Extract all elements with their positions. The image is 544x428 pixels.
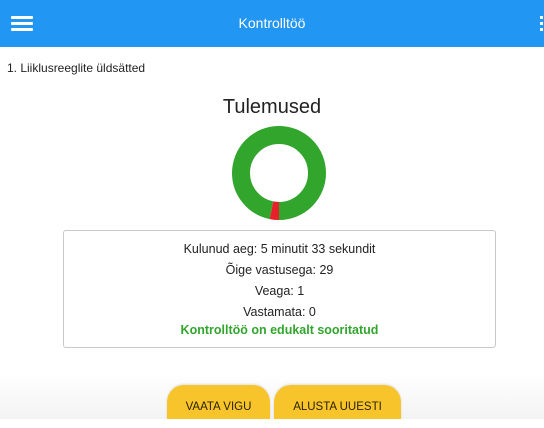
app-title: Kontrolltöö [238,15,306,31]
results-heading: Tulemused [222,96,322,118]
more-vertical-icon[interactable] [539,16,544,32]
donut-slice-0 [232,126,326,220]
top-app-bar: Kontrolltöö [0,0,544,47]
unanswered-count: Vastamata: 0 [243,305,316,319]
elapsed-time: Kulunud aeg: 5 minutit 33 sekundit [183,242,376,256]
footer-bar [0,374,544,419]
pass-status: Kontrolltöö on edukalt sooritatud [180,323,379,337]
view-mistakes-button[interactable]: VAATA VIGU [167,385,270,419]
correct-count: Õige vastusega: 29 [225,263,334,277]
results-summary: Kulunud aeg: 5 minutit 33 sekundit Õige … [63,230,496,348]
test-name: 1. Liiklusreeglite üldsätted [7,61,146,75]
restart-button[interactable]: ALUSTA UUESTI [274,385,401,419]
wrong-count: Veaga: 1 [254,284,305,298]
results-donut-chart [232,126,326,220]
